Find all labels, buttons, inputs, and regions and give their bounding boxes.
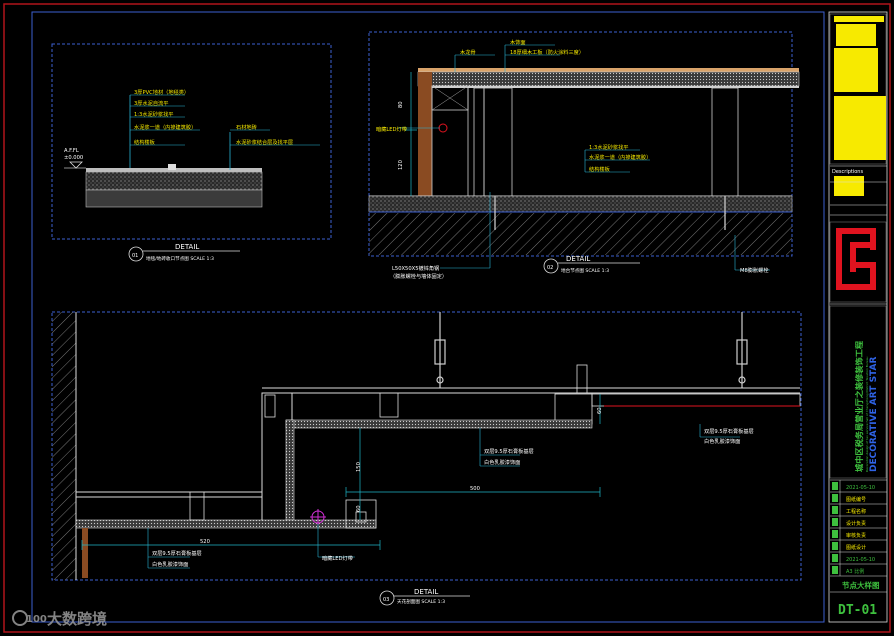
d2-note-bottom-right: M8膨胀螺栓: [740, 266, 769, 274]
d1-num: 01: [132, 253, 138, 259]
d3-note-bottom-2: 白色乳胶漆饰面: [152, 560, 188, 568]
tb-row-7: 2021-05-10: [846, 557, 875, 563]
d3-note-led: 暗藏LED灯带: [322, 554, 353, 562]
tb-project-cn: 城中区税务局营业厅之装修装饰工程: [854, 340, 864, 472]
d1-note-right-2: 水泥砂浆结合层及找平层: [236, 138, 293, 146]
detail-02: [368, 31, 800, 274]
watermark-logo-text: 100: [26, 614, 47, 625]
d3-dim-150: 150: [356, 462, 362, 472]
d2-note-mid-1: 1:3水泥砂浆找平: [589, 143, 628, 151]
d3-dim-500: 500: [470, 486, 480, 492]
d3-num: 03: [383, 597, 389, 603]
d1-note-5: 结构楼板: [134, 138, 156, 146]
d2-note-top-3: 木龙骨: [460, 48, 476, 56]
d1-note-3: 1:3水泥砂浆找平: [134, 110, 173, 118]
d1-note-right-1: 石材地砖: [236, 123, 257, 131]
d3-dim-60b: 60: [597, 407, 603, 414]
d2-note-bottom-left: L50X50X5镀锌角钢: [392, 264, 439, 272]
tb-sheet-name: 节点大样图: [842, 580, 880, 590]
d2-num: 02: [547, 265, 553, 271]
d2-note-mid-3: 结构楼板: [589, 165, 611, 173]
tb-row-3: 工程名称: [846, 508, 866, 515]
d2-note-mid-2: 水泥浆一道（内掺建筑胶）: [589, 153, 651, 161]
d2-note-top-2: 18厚细木工板（防火涂料三度）: [510, 48, 584, 56]
d3-dim-520: 520: [200, 539, 210, 545]
tb-sheet-no: DT-01: [838, 603, 877, 618]
d3-note-mid-1: 双层9.5厚石膏板基层: [484, 447, 534, 455]
d1-subtitle: 地毯/地砖收口节点图 SCALE 1:3: [146, 255, 214, 262]
cad-drawing-canvas: 3厚PVC地材（地毯类） 3厚水泥自流平 1:3水泥砂浆找平 水泥浆一道（内掺建…: [3, 3, 891, 633]
d2-note-bottom-left-2: （膨胀螺栓与墙体固定）: [390, 272, 447, 280]
tb-row-8: A3 比例: [846, 568, 864, 575]
tb-row-6: 图纸设计: [846, 544, 866, 551]
d2-note-led: 暗藏LED灯带: [376, 125, 407, 133]
title-block: [828, 11, 888, 623]
d2-dim-2: 120: [398, 160, 404, 170]
d1-elevation-value: ±0.000: [64, 155, 83, 161]
d1-note-2: 3厚水泥自流平: [134, 99, 168, 107]
tb-row-4: 设计负责: [846, 520, 866, 527]
watermark-logo-icon: [12, 610, 28, 626]
d3-note-mid-2: 白色乳胶漆饰面: [484, 458, 520, 466]
d1-elevation-label: A.F.FL: [64, 148, 79, 154]
watermark: 100 大数跨境: [12, 610, 107, 628]
d1-note-4: 水泥浆一道（内掺建筑胶）: [134, 123, 196, 131]
detail-01: [51, 43, 332, 262]
d2-note-top-1: 木饰面: [510, 38, 526, 46]
d3-dim-60a: 60: [356, 505, 362, 512]
tb-row-5: 审核负责: [846, 532, 866, 539]
tb-row-2: 图纸编号: [846, 496, 866, 503]
d3-note-right-1: 双层9.5厚石膏板基层: [704, 427, 754, 435]
d1-note-1: 3厚PVC地材（地毯类）: [134, 88, 189, 96]
tb-project-en: DECORATIVE ART STAR: [869, 357, 879, 472]
d3-title: DETAIL: [414, 588, 438, 596]
d1-title: DETAIL: [175, 243, 199, 251]
d2-title: DETAIL: [566, 255, 590, 263]
company-logo: [836, 228, 876, 290]
sheet-border-outer: [3, 3, 891, 633]
d2-dim-1: 80: [398, 101, 404, 108]
d3-note-bottom-1: 双层9.5厚石膏板基层: [152, 549, 202, 557]
tb-project-sub: Decoration design of tax service hall of…: [865, 356, 869, 472]
d3-subtitle: 天花剖面图 SCALE 1:3: [397, 598, 445, 605]
d2-subtitle: 地台节点图 SCALE 1:3: [561, 267, 609, 274]
d3-note-right-2: 白色乳胶漆饰面: [704, 437, 740, 445]
tb-descriptions: Descriptions: [832, 169, 863, 175]
tb-row-1: 2021-05-10: [846, 485, 875, 491]
watermark-text: 大数跨境: [47, 610, 107, 628]
